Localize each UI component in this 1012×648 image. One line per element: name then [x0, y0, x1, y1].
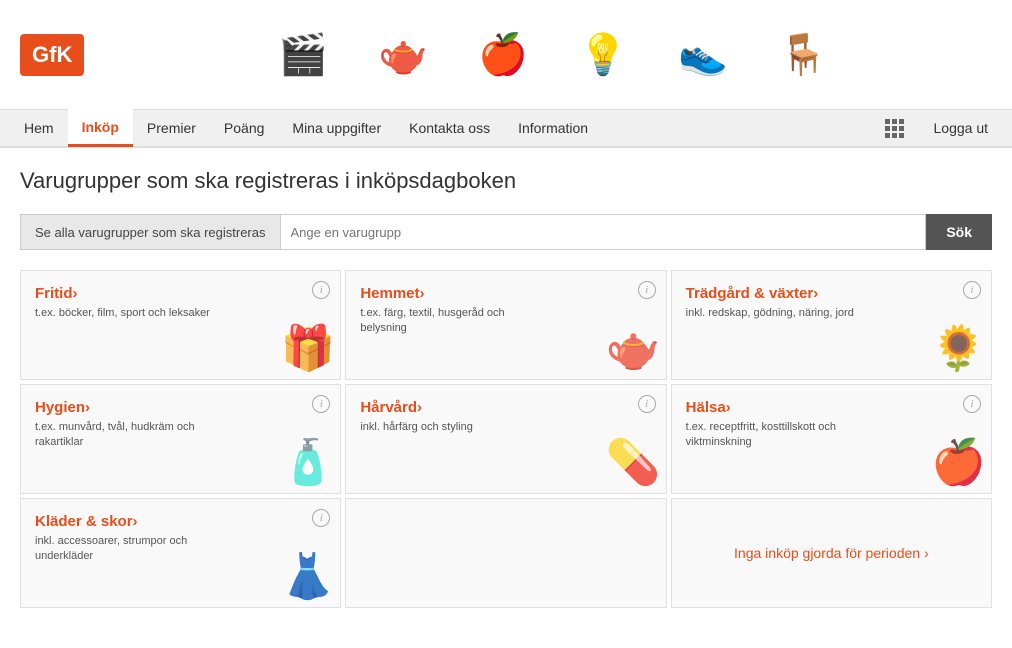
category-desc-harvard: inkl. hårfärg och styling — [360, 420, 540, 435]
info-icon-hygien[interactable]: i — [312, 395, 330, 413]
category-desc-halsa: t.ex. receptfritt, kosttillskott och vik… — [686, 420, 866, 451]
category-card-halsa: Hälsa› t.ex. receptfritt, kosttillskott … — [671, 384, 992, 494]
search-label: Se alla varugrupper som ska registreras — [20, 214, 281, 250]
category-card-hemmet: Hemmet› t.ex. färg, textil, husgeråd och… — [345, 270, 666, 380]
category-card-no-purchases: Inga inköp gjorda för perioden › — [671, 498, 992, 608]
card-image-fritid: 🎁 — [281, 322, 336, 374]
header-img-shoe: 👟 — [663, 15, 743, 95]
main-content: Varugrupper som ska registreras i inköps… — [0, 148, 1012, 648]
category-card-tradgard: Trädgård & växter› inkl. redskap, gödnin… — [671, 270, 992, 380]
search-input[interactable] — [281, 214, 927, 250]
nav-item-kontakta[interactable]: Kontakta oss — [395, 109, 504, 147]
card-image-harvard: 💊 — [606, 436, 661, 488]
nav-item-premier[interactable]: Premier — [133, 109, 210, 147]
grid-menu-icon[interactable] — [880, 117, 910, 139]
header-img-apple: 🍎 — [463, 15, 543, 95]
gfk-logo: GfK — [20, 34, 84, 76]
header: GfK 🎬 🫖 🍎 💡 👟 🪑 — [0, 0, 1012, 110]
category-desc-hygien: t.ex. munvård, tvål, hudkräm och rakarti… — [35, 420, 215, 451]
header-img-chair: 🪑 — [763, 15, 843, 95]
nav-item-logout[interactable]: Logga ut — [920, 109, 1003, 147]
main-nav: Hem Inköp Premier Poäng Mina uppgifter K… — [0, 110, 1012, 148]
nav-item-mina[interactable]: Mina uppgifter — [278, 109, 395, 147]
nav-item-hem[interactable]: Hem — [10, 109, 68, 147]
category-title-tradgard[interactable]: Trädgård & växter› — [686, 285, 977, 302]
info-icon-klader[interactable]: i — [312, 509, 330, 527]
no-purchases-link[interactable]: Inga inköp gjorda för perioden › — [734, 545, 929, 561]
nav-item-information[interactable]: Information — [504, 109, 602, 147]
info-icon-halsa[interactable]: i — [963, 395, 981, 413]
page-title: Varugrupper som ska registreras i inköps… — [20, 168, 992, 194]
search-button[interactable]: Sök — [926, 214, 992, 250]
category-card-fritid: Fritid› t.ex. böcker, film, sport och le… — [20, 270, 341, 380]
info-icon-tradgard[interactable]: i — [963, 281, 981, 299]
category-title-fritid[interactable]: Fritid› — [35, 285, 326, 302]
info-icon-harvard[interactable]: i — [638, 395, 656, 413]
card-image-tradgard: 🌻 — [931, 322, 986, 374]
card-image-hygien: 🧴 — [281, 436, 336, 488]
header-banner: 🎬 🫖 🍎 💡 👟 🪑 — [114, 15, 992, 95]
category-desc-hemmet: t.ex. färg, textil, husgeråd och belysni… — [360, 306, 540, 337]
category-title-hygien[interactable]: Hygien› — [35, 399, 326, 416]
category-desc-tradgard: inkl. redskap, gödning, näring, jord — [686, 306, 866, 321]
category-grid: Fritid› t.ex. böcker, film, sport och le… — [20, 270, 992, 608]
info-icon-hemmet[interactable]: i — [638, 281, 656, 299]
nav-item-inkop[interactable]: Inköp — [68, 109, 133, 147]
card-image-halsa: 🍎 — [931, 436, 986, 488]
category-card-klader: Kläder & skor› inkl. accessoarer, strump… — [20, 498, 341, 608]
nav-item-poang[interactable]: Poäng — [210, 109, 278, 147]
search-bar: Se alla varugrupper som ska registreras … — [20, 214, 992, 250]
category-card-hygien: Hygien› t.ex. munvård, tvål, hudkräm och… — [20, 384, 341, 494]
header-img-3d: 🎬 — [263, 15, 343, 95]
category-title-hemmet[interactable]: Hemmet› — [360, 285, 651, 302]
card-image-hemmet: 🫖 — [606, 322, 661, 374]
category-title-klader[interactable]: Kläder & skor› — [35, 513, 326, 530]
category-card-harvard: Hårvård› inkl. hårfärg och styling i 💊 — [345, 384, 666, 494]
category-card-empty — [345, 498, 666, 608]
card-image-klader: 👗 — [281, 550, 336, 602]
category-desc-fritid: t.ex. böcker, film, sport och leksaker — [35, 306, 215, 321]
header-img-lamp: 💡 — [563, 15, 643, 95]
nav-right: Logga ut — [880, 109, 1003, 147]
category-title-harvard[interactable]: Hårvård› — [360, 399, 651, 416]
header-img-teapot: 🫖 — [363, 15, 443, 95]
info-icon-fritid[interactable]: i — [312, 281, 330, 299]
category-title-halsa[interactable]: Hälsa› — [686, 399, 977, 416]
category-desc-klader: inkl. accessoarer, strumpor och underklä… — [35, 534, 215, 565]
